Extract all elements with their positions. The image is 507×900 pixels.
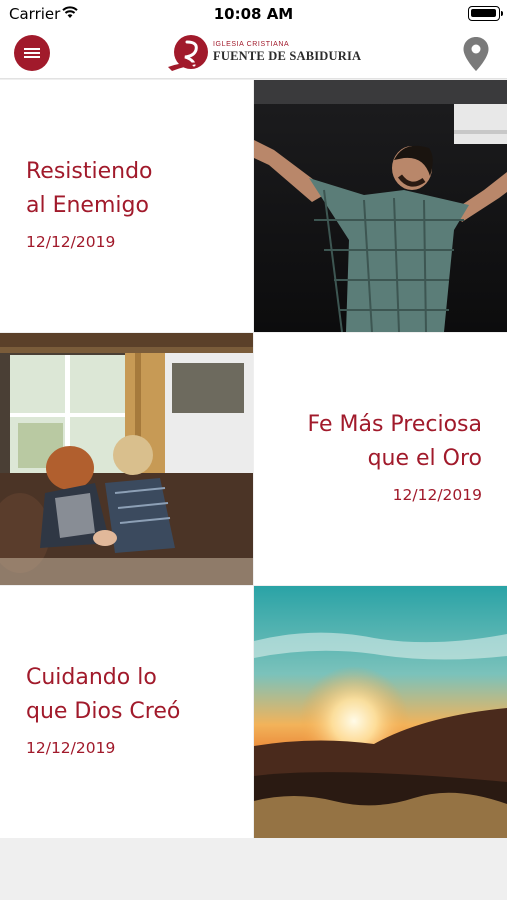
menu-button[interactable] xyxy=(14,35,50,71)
battery-icon xyxy=(468,6,500,21)
church-logo: IGLESIA CRISTIANA FUENTE DE SABIDURIA xyxy=(168,33,361,73)
post-title-line: Cuidando lo xyxy=(26,665,157,690)
post-title-line: que el Oro xyxy=(367,446,482,471)
menu-line xyxy=(24,52,40,54)
post-title: Fe Más Preciosa que el Oro xyxy=(308,408,483,476)
post-date: 12/12/2019 xyxy=(392,486,482,504)
praying-women-photo xyxy=(0,333,253,585)
post-date: 12/12/2019 xyxy=(26,739,116,757)
status-bar: Carrier 10:08 AM xyxy=(0,0,507,28)
post-image-1[interactable] xyxy=(254,80,507,332)
post-title-line: que Dios Creó xyxy=(26,699,181,724)
post-image-2[interactable] xyxy=(0,333,253,585)
sunset-photo xyxy=(254,586,507,838)
post-title-line: Fe Más Preciosa xyxy=(307,412,483,437)
post-title-line: al Enemigo xyxy=(26,193,149,218)
logo-subtitle: IGLESIA CRISTIANA xyxy=(213,41,290,48)
menu-line xyxy=(24,56,40,58)
post-card-1[interactable]: Resistiendo al Enemigo 12/12/2019 xyxy=(0,80,253,332)
clock: 10:08 AM xyxy=(213,5,294,23)
post-title-line: Resistiendo xyxy=(26,159,153,184)
post-title: Resistiendo al Enemigo xyxy=(26,155,153,223)
location-pin-icon[interactable] xyxy=(462,36,490,72)
post-title: Cuidando lo que Dios Creó xyxy=(26,661,180,729)
menu-line xyxy=(24,48,40,50)
logo-mark-icon xyxy=(168,35,208,71)
worship-photo xyxy=(254,80,507,332)
post-image-3[interactable] xyxy=(254,586,507,838)
nav-bar: IGLESIA CRISTIANA FUENTE DE SABIDURIA xyxy=(0,28,507,79)
post-card-2[interactable]: Fe Más Preciosa que el Oro 12/12/2019 xyxy=(254,333,507,585)
post-card-3[interactable]: Cuidando lo que Dios Creó 12/12/2019 xyxy=(0,586,253,838)
logo-title: FUENTE DE SABIDURIA xyxy=(213,49,362,63)
post-date: 12/12/2019 xyxy=(26,233,116,251)
